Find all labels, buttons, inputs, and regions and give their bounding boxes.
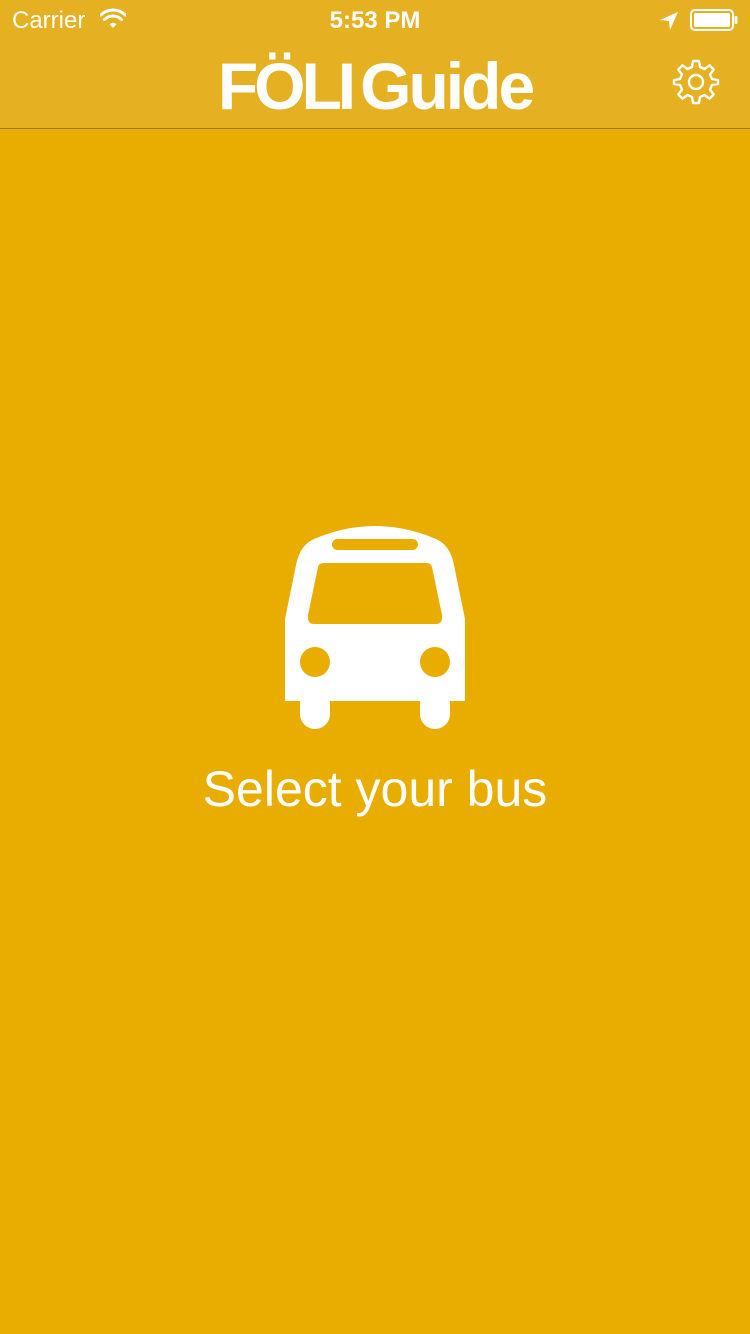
main-content: Select your bus (0, 129, 750, 1334)
app-logo: FÖLI Guide (0, 50, 750, 122)
logo-foli-text: FÖLI (217, 49, 356, 123)
status-bar: Carrier 5:53 PM (0, 0, 750, 40)
select-bus-prompt: Select your bus (202, 761, 548, 817)
battery-full-icon (690, 9, 738, 31)
location-arrow-icon (660, 12, 678, 30)
gear-icon[interactable] (672, 58, 720, 106)
navigation-bar: Carrier 5:53 PM FÖLI Guide (0, 0, 750, 129)
clock-time: 5:53 PM (329, 7, 421, 34)
bus-icon[interactable] (284, 519, 466, 731)
app-screen: Carrier 5:53 PM FÖLI Guide Select your b… (0, 0, 750, 1334)
logo-guide-text: Guide (360, 49, 535, 123)
